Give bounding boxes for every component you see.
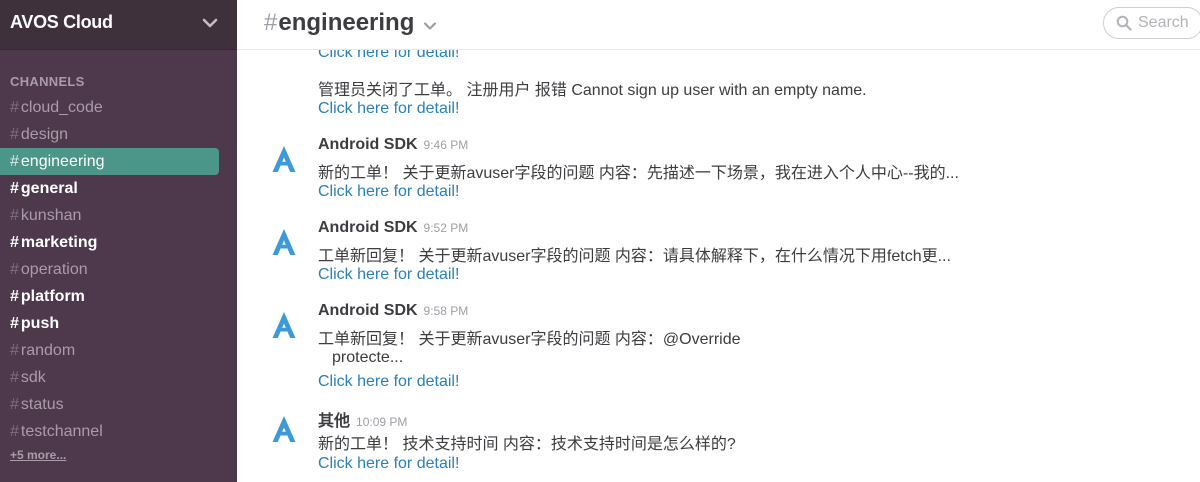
- message-sender[interactable]: Android SDK 9:52 PM: [318, 219, 468, 237]
- channel-label: sdk: [20, 369, 46, 386]
- channel-label: marketing: [20, 234, 98, 251]
- channel-label: status: [20, 396, 64, 413]
- message-timestamp[interactable]: 9:46 PM: [424, 138, 469, 152]
- detail-link[interactable]: Click here for detail!: [318, 266, 459, 284]
- detail-link[interactable]: Click here for detail!: [318, 50, 459, 62]
- channel-label: random: [20, 342, 76, 359]
- search-icon: [1116, 15, 1132, 31]
- sender-name[interactable]: 其他: [318, 413, 350, 430]
- hash-icon: #: [10, 153, 19, 170]
- message-timestamp[interactable]: 10:09 PM: [356, 415, 407, 429]
- hash-icon: #: [10, 99, 19, 116]
- chevron-down-icon[interactable]: [201, 14, 219, 32]
- sender-name[interactable]: Android SDK: [318, 302, 418, 319]
- message-text-continued: protecte...: [332, 349, 404, 366]
- message-sender[interactable]: Android SDK 9:46 PM: [318, 136, 468, 154]
- more-channels-link[interactable]: +5 more...: [10, 448, 66, 462]
- channel-label: testchannel: [20, 423, 103, 440]
- chevron-down-icon[interactable]: [423, 19, 437, 33]
- channel-item-general[interactable]: # general: [0, 175, 237, 202]
- channel-item-operation[interactable]: # operation: [0, 256, 237, 283]
- avatar-a-icon[interactable]: [269, 227, 299, 257]
- channel-item-random[interactable]: # random: [0, 337, 237, 364]
- message-text: 新的工单！ 关于更新avuser字段的问题 内容：先描述一下场景，我在进入个人中…: [318, 165, 959, 182]
- hash-icon: #: [10, 315, 19, 332]
- channel-label: general: [20, 180, 78, 197]
- channel-item-platform[interactable]: # platform: [0, 283, 237, 310]
- channel-label: design: [20, 126, 69, 143]
- sender-name[interactable]: Android SDK: [318, 219, 418, 236]
- channel-header: #engineering: [237, 0, 1200, 50]
- channel-item-push[interactable]: # push: [0, 310, 237, 337]
- hash-icon: #: [264, 9, 278, 36]
- channel-item-cloud-code[interactable]: # cloud_code: [0, 94, 237, 121]
- channel-label: operation: [20, 261, 88, 278]
- channel-title-label: engineering: [278, 9, 415, 36]
- hash-icon: #: [10, 288, 19, 305]
- team-name[interactable]: AVOS Cloud: [10, 12, 113, 33]
- hash-icon: #: [10, 342, 19, 359]
- message-sender[interactable]: 其他 10:09 PM: [318, 407, 407, 431]
- sender-name[interactable]: Android SDK: [318, 136, 418, 153]
- channel-label: cloud_code: [20, 99, 103, 116]
- channels-heading[interactable]: CHANNELS: [10, 74, 85, 89]
- hash-icon: #: [10, 207, 19, 224]
- message-sender[interactable]: Android SDK 9:58 PM: [318, 302, 468, 320]
- message-text: 工单新回复！ 关于更新avuser字段的问题 内容：请具体解释下，在什么情况下用…: [318, 248, 951, 265]
- channel-item-design[interactable]: # design: [0, 121, 237, 148]
- detail-link[interactable]: Click here for detail!: [318, 100, 459, 118]
- detail-link[interactable]: Click here for detail!: [318, 183, 459, 201]
- channel-label: platform: [20, 288, 85, 305]
- avatar-a-icon[interactable]: [269, 414, 299, 444]
- message-timestamp[interactable]: 9:58 PM: [424, 304, 469, 318]
- team-menu[interactable]: AVOS Cloud: [0, 0, 237, 50]
- hash-icon: #: [10, 180, 19, 197]
- hash-icon: #: [10, 423, 19, 440]
- hash-icon: #: [10, 369, 19, 386]
- channel-label: engineering: [20, 153, 105, 170]
- channel-item-engineering[interactable]: # engineering: [0, 148, 219, 175]
- detail-link[interactable]: Click here for detail!: [318, 373, 459, 391]
- channel-item-sdk[interactable]: # sdk: [0, 364, 237, 391]
- channel-title[interactable]: #engineering: [264, 9, 414, 37]
- message-text: 工单新回复！ 关于更新avuser字段的问题 内容：@Override: [318, 331, 741, 348]
- channel-item-status[interactable]: # status: [0, 391, 237, 418]
- detail-link[interactable]: Click here for detail!: [318, 455, 459, 473]
- message-text: 新的工单！ 技术支持时间 内容：技术支持时间是怎么样的?: [318, 436, 736, 453]
- message-text: 管理员关闭了工单。 注册用户 报错 Cannot sign up user wi…: [318, 82, 867, 99]
- avatar-a-icon[interactable]: [269, 144, 299, 174]
- search-input[interactable]: [1138, 13, 1200, 33]
- message-list: Click here for detail! 管理员关闭了工单。 注册用户 报错…: [237, 50, 1200, 482]
- channel-label: kunshan: [20, 207, 82, 224]
- hash-icon: #: [10, 126, 19, 143]
- channel-list: # cloud_code # design # engineering # genera…: [0, 94, 237, 445]
- channel-item-testchannel[interactable]: # testchannel: [0, 418, 237, 445]
- channel-item-kunshan[interactable]: # kunshan: [0, 202, 237, 229]
- channel-item-marketing[interactable]: # marketing: [0, 229, 237, 256]
- sidebar: AVOS Cloud CHANNELS # cloud_code # design …: [0, 0, 237, 482]
- hash-icon: #: [10, 261, 19, 278]
- hash-icon: #: [10, 234, 19, 251]
- message-timestamp[interactable]: 9:52 PM: [424, 221, 469, 235]
- channel-label: push: [20, 315, 60, 332]
- hash-icon: #: [10, 396, 19, 413]
- avatar-a-icon[interactable]: [269, 310, 299, 340]
- search-box[interactable]: [1103, 7, 1200, 39]
